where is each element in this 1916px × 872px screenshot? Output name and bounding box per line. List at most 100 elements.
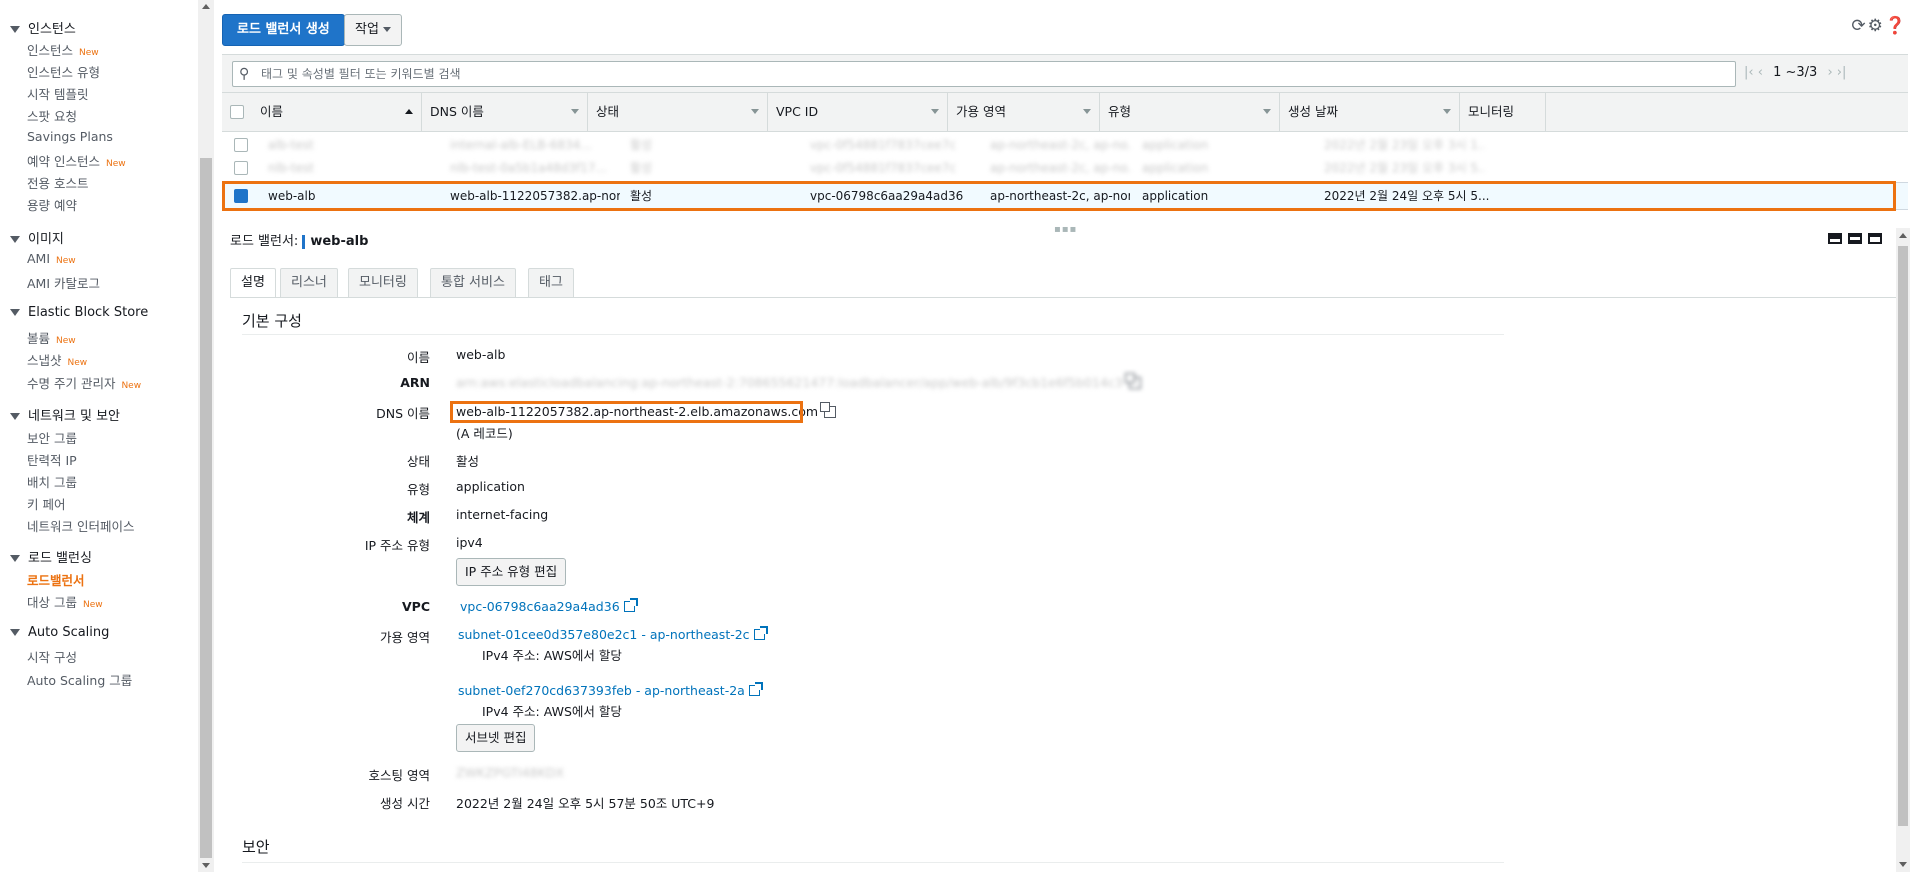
sidebar-section-instances[interactable]: 인스턴스 (10, 18, 76, 37)
label-type: 유형 (406, 482, 430, 497)
column-header-created[interactable]: 생성 날짜 (1280, 93, 1460, 131)
sidebar-item-volumes[interactable]: 볼륨 New (27, 328, 76, 347)
column-header-dns[interactable]: DNS 이름 (422, 93, 588, 131)
table-row[interactable]: nlb-test nlb-test-0a5b1a48d3f17... 활성 vp… (222, 155, 1908, 181)
layout-split-icon[interactable] (1848, 233, 1862, 244)
sidebar-item-elastic-ips[interactable]: 탄력적 IP (27, 450, 77, 469)
sidebar-item-ami[interactable]: AMI New (27, 251, 76, 266)
sidebar-item-launch-configurations[interactable]: 시작 구성 (27, 647, 77, 666)
edit-subnets-button[interactable]: 서브넷 편집 (456, 724, 536, 752)
settings-icon[interactable]: ⚙ (1868, 16, 1885, 36)
sidebar-scrollbar[interactable] (198, 0, 214, 872)
sidebar-item-auto-scaling-groups[interactable]: Auto Scaling 그룹 (27, 670, 132, 689)
sidebar-item-label: 대상 그룹 (27, 595, 77, 610)
sidebar-item-lifecycle-manager[interactable]: 수명 주기 관리자 New (27, 373, 141, 392)
sidebar-item-capacity-reservations[interactable]: 용량 예약 (27, 195, 77, 214)
sidebar-item-instances[interactable]: 인스턴스 New (27, 40, 99, 59)
split-handle[interactable]: ▪▪▪ (1054, 224, 1077, 235)
sidebar-item-snapshots[interactable]: 스냅샷 New (27, 350, 87, 369)
sidebar-item-load-balancers[interactable]: 로드밸런서 (27, 570, 85, 589)
cell-created: 2022년 2월 23일 오후 3시 5... (1324, 161, 1484, 175)
cell-state: 활성 (630, 161, 653, 175)
column-label: 생성 날짜 (1288, 104, 1338, 119)
sidebar-section-images[interactable]: 이미지 (10, 228, 64, 247)
sidebar-item-launch-templates[interactable]: 시작 템플릿 (27, 84, 88, 103)
subnet-link[interactable]: subnet-0ef270cd637393feb - ap-northeast-… (458, 682, 763, 698)
vpc-link[interactable]: vpc-06798c6aa29a4ad36 (460, 598, 638, 614)
cell-type: application (1142, 189, 1209, 203)
row-checkbox-checked[interactable] (234, 189, 248, 203)
table-row-selected[interactable]: web-alb web-alb-1122057382.ap-nort... 활성… (222, 182, 1908, 210)
edit-ip-type-button[interactable]: IP 주소 유형 편집 (456, 558, 567, 586)
sidebar-section-network-security[interactable]: 네트워크 및 보안 (10, 405, 120, 424)
column-label: VPC ID (776, 104, 819, 119)
cell-name: web-alb (268, 189, 316, 203)
tab-integrated-services[interactable]: 통합 서비스 (430, 268, 516, 298)
detail-scrollbar[interactable] (1896, 228, 1910, 872)
sidebar-item-target-groups[interactable]: 대상 그룹 New (27, 592, 103, 611)
sidebar-item-reserved-instances[interactable]: 예약 인스턴스 New (27, 151, 126, 170)
sidebar-item-placement-groups[interactable]: 배치 그룹 (27, 472, 77, 491)
create-load-balancer-button[interactable]: 로드 밸런서 생성 (222, 14, 345, 46)
section-title-security: 보안 (242, 838, 270, 856)
scrollbar-thumb[interactable] (200, 158, 212, 858)
select-all-checkbox[interactable] (230, 105, 244, 119)
column-header-state[interactable]: 상태 (588, 93, 768, 131)
copy-icon[interactable] (1124, 373, 1141, 389)
column-header-type[interactable]: 유형 (1100, 93, 1280, 131)
row-checkbox[interactable] (234, 138, 248, 152)
sidebar-item-network-interfaces[interactable]: 네트워크 인터페이스 (27, 516, 134, 535)
sidebar-item-spot-requests[interactable]: 스팟 요청 (27, 106, 77, 125)
scrollbar-thumb[interactable] (1898, 246, 1908, 826)
first-page-icon[interactable]: |‹ (1744, 65, 1754, 80)
sort-icon (1083, 109, 1091, 114)
tab-description[interactable]: 설명 (230, 268, 276, 298)
column-header-az[interactable]: 가용 영역 (948, 93, 1100, 131)
scroll-up-icon[interactable] (202, 4, 210, 9)
scroll-down-icon[interactable] (202, 863, 210, 868)
sidebar-item-label: 보안 그룹 (27, 431, 77, 446)
sidebar-item-label: 스팟 요청 (27, 109, 77, 124)
sidebar-section-auto-scaling[interactable]: Auto Scaling (10, 625, 109, 640)
tab-monitoring[interactable]: 모니터링 (348, 268, 418, 298)
cell-az: ap-northeast-2c, ap-no... (990, 161, 1130, 175)
last-page-icon[interactable]: ›| (1837, 65, 1847, 80)
collapse-triangle-icon (10, 236, 20, 243)
sidebar-item-instance-types[interactable]: 인스턴스 유형 (27, 62, 100, 81)
sidebar-item-label: 탄력적 IP (27, 453, 77, 468)
section-title: Elastic Block Store (28, 305, 149, 320)
help-icon[interactable]: ❓ (1885, 16, 1908, 36)
sidebar-item-savings-plans[interactable]: Savings Plans (27, 129, 113, 144)
copy-icon[interactable] (820, 402, 837, 418)
layout-full-icon[interactable] (1868, 233, 1882, 244)
refresh-icon[interactable]: ⟳ (1851, 16, 1867, 36)
layout-top-icon[interactable] (1828, 233, 1842, 244)
row-checkbox[interactable] (234, 161, 248, 175)
sidebar-item-key-pairs[interactable]: 키 페어 (27, 494, 65, 513)
subnet-ipv4: IPv4 주소: AWS에서 할당 (482, 648, 622, 663)
scroll-up-icon[interactable] (1899, 233, 1907, 238)
scroll-down-icon[interactable] (1899, 862, 1907, 867)
prev-page-icon[interactable]: ‹ (1758, 65, 1763, 80)
search-box[interactable]: ⚲ (232, 61, 1736, 87)
label-az: 가용 영역 (380, 630, 430, 645)
sidebar-item-ami-catalog[interactable]: AMI 카탈로그 (27, 273, 100, 292)
sidebar-item-security-groups[interactable]: 보안 그룹 (27, 428, 77, 447)
sidebar-item-label: 키 페어 (27, 497, 66, 512)
actions-button[interactable]: 작업 (344, 14, 402, 46)
table-header: 이름 DNS 이름 상태 VPC ID 가용 영역 유형 생성 날짜 모니터링 (222, 92, 1908, 132)
column-label: 모니터링 (1468, 104, 1515, 119)
tab-tags[interactable]: 태그 (528, 268, 574, 298)
sidebar-item-dedicated-hosts[interactable]: 전용 호스트 (27, 173, 88, 192)
sidebar-section-ebs[interactable]: Elastic Block Store (10, 305, 148, 320)
tab-listeners[interactable]: 리스너 (280, 268, 338, 298)
sidebar-section-load-balancing[interactable]: 로드 밸런싱 (10, 547, 92, 566)
page-range: 1 ~3/3 (1773, 65, 1818, 80)
column-header-name[interactable]: 이름 (252, 93, 422, 131)
column-header-vpc-id[interactable]: VPC ID (768, 93, 948, 131)
column-header-monitoring[interactable]: 모니터링 (1460, 93, 1546, 131)
next-page-icon[interactable]: › (1827, 65, 1832, 80)
collapse-triangle-icon (10, 309, 20, 316)
search-input[interactable] (259, 64, 1729, 84)
subnet-link[interactable]: subnet-01cee0d357e80e2c1 - ap-northeast-… (458, 626, 768, 642)
